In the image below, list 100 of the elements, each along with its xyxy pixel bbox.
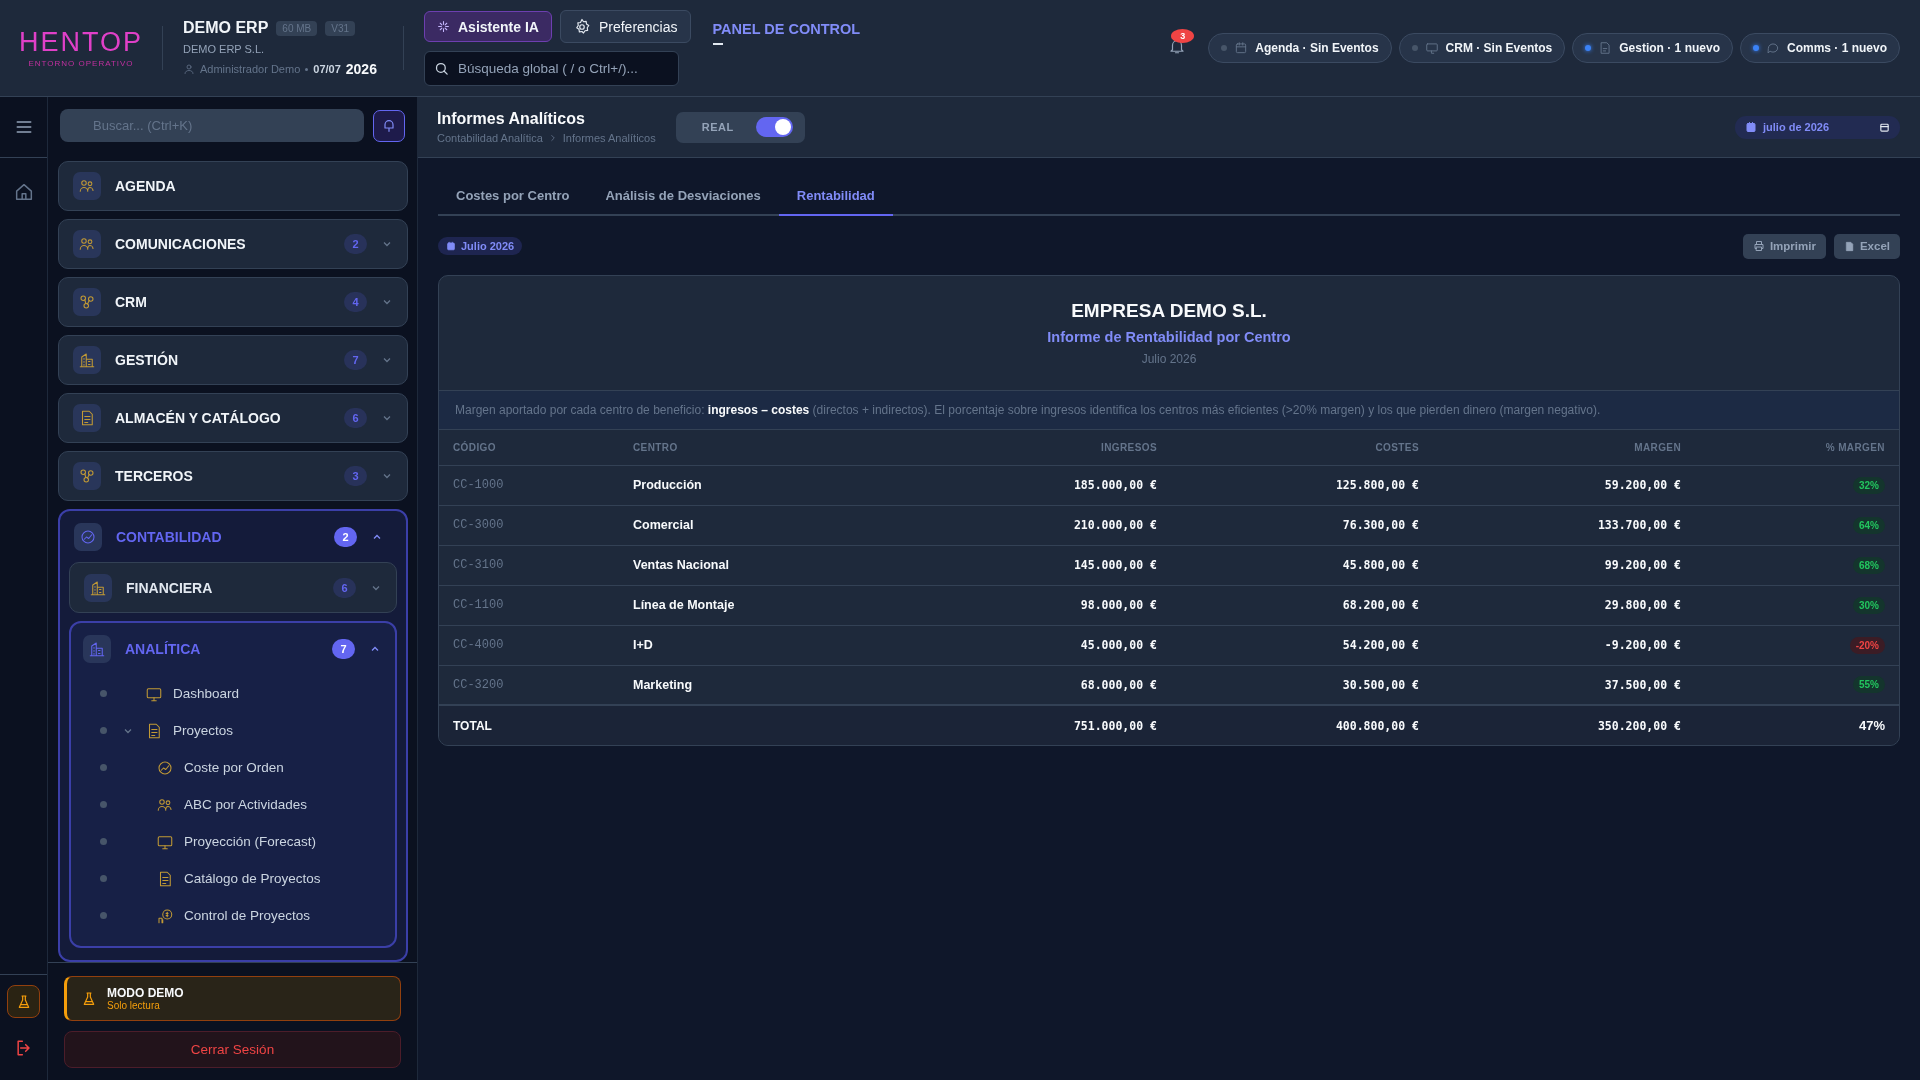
table-cell: 45.800,00 € [1171, 545, 1433, 585]
company-name: DEMO ERP S.L. [183, 43, 266, 55]
file-icon [1843, 240, 1855, 252]
bullet-dot [100, 690, 107, 697]
page-title: Informes Analíticos [437, 110, 586, 128]
bell-button[interactable] [373, 109, 405, 142]
table-cell: 210.000,00 € [899, 505, 1171, 545]
count-badge: 3 [344, 466, 367, 486]
menu-item[interactable]: AGENDA [58, 161, 408, 211]
column-header: % MARGEN [1695, 430, 1899, 465]
coin-icon [156, 906, 174, 925]
menu-item[interactable]: Proyectos [173, 723, 234, 738]
table-cell: Producción [619, 465, 899, 505]
demo-button[interactable] [7, 985, 40, 1018]
separator-dot [305, 67, 309, 71]
percent-badge: 55% [1853, 676, 1885, 694]
tab[interactable]: Análisis de Desviaciones [587, 176, 779, 216]
menu-item[interactable]: Dashboard [173, 686, 240, 701]
table-cell: Línea de Montaje [619, 585, 899, 625]
table-cell: 400.800,00 € [1171, 705, 1433, 745]
toggle-label: REAL [701, 121, 734, 133]
panel-link[interactable]: PANEL DE CONTROL [712, 21, 861, 37]
building-icon [78, 351, 96, 369]
date-field[interactable]: julio de 2026 [1735, 115, 1900, 139]
sparkle-icon [437, 20, 450, 33]
status-pill[interactable]: Gestion · 1 nuevo [1572, 33, 1733, 63]
bullet-dot [100, 764, 107, 771]
search-field[interactable]: Búsqueda global ( / o Ctrl+/)... [424, 51, 679, 86]
table-cell: 59.200,00 € [1433, 465, 1695, 505]
menu-item[interactable]: TERCEROS 3 [58, 451, 408, 501]
preferences-button[interactable]: Preferencias [559, 10, 691, 43]
table-cell: 145.000,00 € [899, 545, 1171, 585]
bullet-dot [100, 875, 107, 882]
people-icon [78, 177, 96, 195]
menu-item[interactable]: Control de Proyectos [184, 908, 311, 923]
flask-icon [81, 990, 97, 1007]
table-cell: TOTAL [439, 705, 619, 745]
logo: HENTOP ENTORNO OPERATIVO [20, 28, 142, 68]
bullet-dot [100, 801, 107, 808]
logout-button[interactable]: Cerrar Sesión [64, 1031, 401, 1068]
count-badge: 6 [333, 577, 356, 598]
column-header: INGRESOS [899, 430, 1171, 465]
table-cell: 350.200,00 € [1433, 705, 1695, 745]
report-company: EMPRESA DEMO S.L. [1071, 300, 1267, 322]
network-icon [78, 293, 96, 311]
year-text: 2026 [345, 61, 377, 77]
percent-badge: 64% [1853, 516, 1885, 534]
bell-icon [381, 117, 397, 134]
percent-badge: -20% [1849, 636, 1885, 654]
menu-item[interactable]: Catálogo de Proyectos [184, 871, 321, 886]
tab[interactable]: Rentabilidad [778, 176, 893, 216]
report-title: Informe de Rentabilidad por Centro [1047, 329, 1291, 345]
network-icon [78, 467, 96, 485]
count-badge: 2 [344, 234, 367, 254]
table-cell: 98.000,00 € [899, 585, 1171, 625]
menu-item[interactable]: CRM 4 [58, 277, 408, 327]
table-cell: CC-3000 [439, 505, 619, 545]
status-pill[interactable]: CRM · Sin Eventos [1398, 33, 1566, 63]
chart-icon [79, 527, 97, 546]
status-pill[interactable]: Agenda · Sin Eventos [1208, 33, 1392, 63]
count-badge: 4 [344, 292, 367, 312]
status-pill[interactable]: Comms · 1 nuevo [1739, 33, 1900, 63]
printer-icon [1752, 240, 1765, 252]
menu-item[interactable]: Coste por Orden [184, 760, 284, 775]
tab[interactable]: Costes por Centro [438, 176, 588, 216]
table-cell: 185.000,00 € [899, 465, 1171, 505]
chart-icon [156, 758, 174, 777]
menu-item[interactable]: ABC por Actividades [184, 797, 308, 812]
bullet-dot [100, 912, 107, 919]
menu-item[interactable]: ALMACÉN Y CATÁLOGO 6 [58, 393, 408, 443]
column-header: MARGEN [1433, 430, 1695, 465]
user-icon [183, 63, 195, 75]
table-cell: -9.200,00 € [1433, 625, 1695, 665]
print-button[interactable]: Imprimir [1742, 233, 1826, 259]
count-badge: 7 [344, 350, 367, 370]
table-cell: 68.200,00 € [1171, 585, 1433, 625]
menu-item[interactable]: ANALÍTICA [125, 641, 318, 657]
building-icon [88, 640, 106, 658]
table-cell: I+D [619, 625, 899, 665]
menu-item[interactable]: FINANCIERA 6 [69, 562, 397, 613]
calendar-icon [1234, 41, 1249, 55]
menu-item[interactable]: COMUNICACIONES 2 [58, 219, 408, 269]
menu-item[interactable]: CONTABILIDAD [116, 528, 320, 545]
period-chip: Julio 2026 [438, 237, 523, 255]
export-button[interactable]: Excel [1833, 233, 1900, 259]
table-cell: CC-1000 [439, 465, 619, 505]
table-cell: CC-3100 [439, 545, 619, 585]
building-icon [89, 578, 107, 597]
document-icon [1598, 41, 1613, 55]
table-cell: 76.300,00 € [1171, 505, 1433, 545]
table-cell: 45.000,00 € [899, 625, 1171, 665]
menu-item[interactable]: Proyección (Forecast) [184, 834, 317, 849]
assistant-button[interactable]: Asistente IA [424, 11, 552, 42]
menu-item[interactable]: GESTIÓN 7 [58, 335, 408, 385]
column-header: COSTES [1171, 430, 1433, 465]
toggle-switch[interactable] [755, 117, 793, 137]
column-header: CENTRO [619, 430, 899, 465]
column-header: CÓDIGO [439, 430, 619, 465]
table-cell: 133.700,00 € [1433, 505, 1695, 545]
demo-subtitle: Solo lectura [107, 1000, 161, 1011]
